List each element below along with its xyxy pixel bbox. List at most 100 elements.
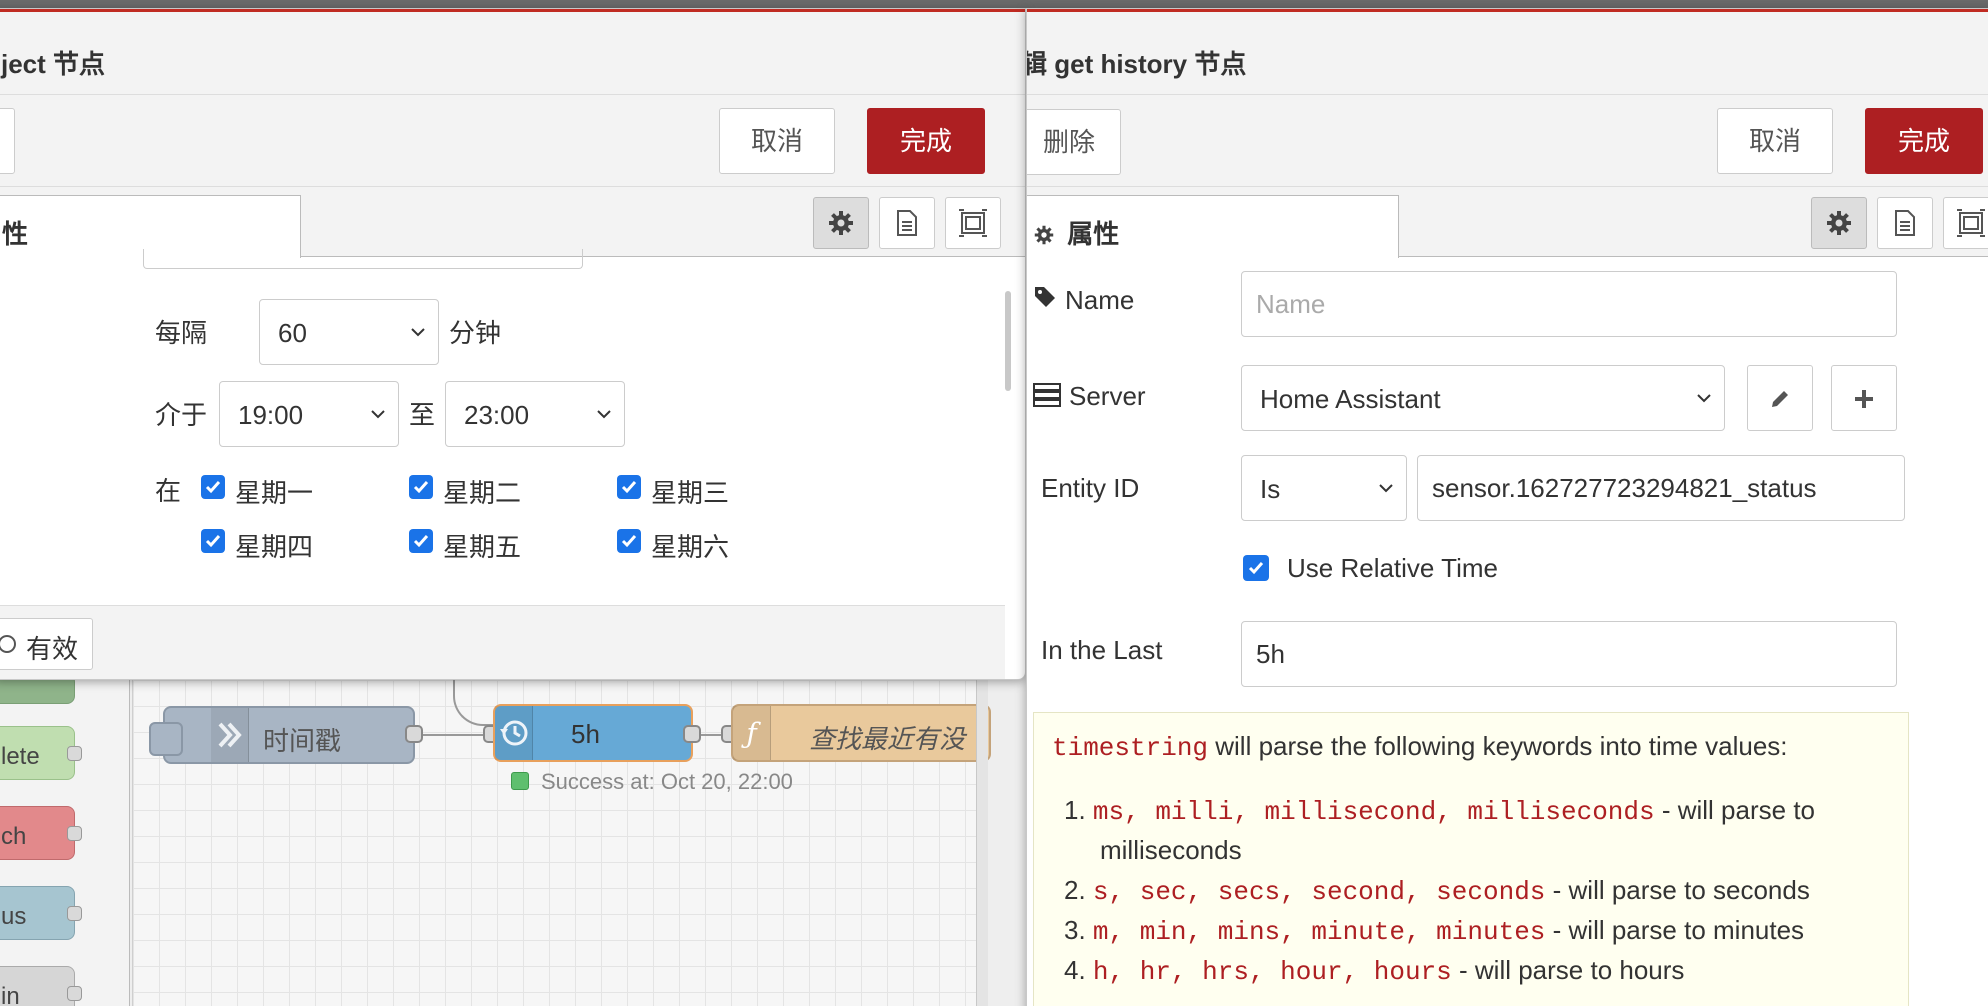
palette-node-label: us	[1, 903, 27, 930]
chevron-down-icon	[371, 410, 385, 419]
day-checkbox-thu[interactable]	[201, 529, 225, 553]
every-label: 每隔	[155, 318, 208, 348]
help-list-item: 3. m, min, mins, minute, minutes - will …	[1064, 915, 1804, 947]
left-edge-button[interactable]	[0, 108, 15, 174]
entity-id-input[interactable]: sensor.162727723294821_status	[1417, 455, 1905, 521]
palette-node-switch[interactable]: ch	[0, 806, 82, 860]
help-list-item: 4. h, hr, hrs, hour, hours - will parse …	[1064, 955, 1684, 987]
function-node-label: 查找最近有没	[809, 724, 966, 754]
end-time-select[interactable]: 23:00	[445, 381, 625, 447]
help-intro: timestring will parse the following keyw…	[1052, 731, 1788, 763]
tab-properties[interactable]: 属性	[1027, 195, 1399, 258]
day-label: 星期三	[651, 478, 730, 508]
description-icon[interactable]	[879, 197, 935, 249]
use-relative-time-checkbox[interactable]	[1243, 555, 1269, 581]
get-history-node[interactable]: 5h	[493, 704, 693, 762]
help-item-code: h, hr, hrs, hour, hours	[1092, 957, 1452, 987]
entity-operator-select[interactable]: Is	[1241, 455, 1407, 521]
edit-server-button[interactable]	[1747, 365, 1813, 431]
appearance-icon[interactable]	[1943, 197, 1988, 249]
output-port[interactable]	[67, 826, 82, 841]
wire[interactable]	[423, 734, 489, 736]
day-checkbox-wed[interactable]	[617, 475, 641, 499]
delete-button[interactable]: 删除	[1027, 109, 1121, 175]
add-server-button[interactable]	[1831, 365, 1897, 431]
flow-canvas[interactable]: 时间戳 5h Success at: Oct 20, 22:00 ƒ 查找最近有…	[132, 680, 991, 1006]
output-port[interactable]	[67, 906, 82, 921]
payload-input[interactable]	[143, 249, 583, 269]
day-label: 星期五	[443, 532, 522, 562]
tab-label: 性	[2, 219, 29, 249]
arrow-right-icon	[211, 708, 249, 762]
enabled-toggle-label: 有效	[26, 634, 79, 664]
end-time-value: 23:00	[464, 400, 530, 430]
in-the-last-label: In the Last	[1041, 635, 1163, 665]
help-item-text: - will parse to	[1654, 795, 1816, 825]
done-button[interactable]: 完成	[1865, 108, 1983, 174]
cancel-button[interactable]: 取消	[719, 108, 835, 174]
canvas-scrollbar[interactable]	[976, 680, 988, 1006]
palette-node-delete[interactable]: lete	[0, 726, 82, 780]
server-icon	[1033, 383, 1061, 407]
dialog-tab-row: 性	[0, 187, 1025, 258]
help-item-text: milliseconds	[1100, 835, 1242, 865]
enabled-toggle[interactable]: 有效	[0, 618, 93, 670]
gear-icon[interactable]	[1811, 197, 1867, 249]
day-label: 星期一	[235, 478, 314, 508]
inject-output-port[interactable]	[405, 725, 423, 743]
palette-node-status[interactable]: us	[0, 886, 82, 940]
help-item-code: ms, milli, millisecond, milliseconds	[1092, 797, 1655, 827]
help-item-text: - will parse to seconds	[1545, 875, 1810, 905]
gear-icon[interactable]	[813, 197, 869, 249]
status-indicator-icon	[511, 772, 529, 790]
help-intro-text: will parse the following keywords into t…	[1208, 731, 1788, 761]
output-port[interactable]	[67, 746, 82, 761]
appearance-icon[interactable]	[945, 197, 1001, 249]
start-time-select[interactable]: 19:00	[219, 381, 399, 447]
dialog-title-text: ject 节点	[1, 49, 106, 79]
interval-select[interactable]: 60	[259, 299, 439, 365]
help-list-item: 1. ms, milli, millisecond, milliseconds …	[1064, 795, 1815, 827]
day-checkbox-sat[interactable]	[617, 529, 641, 553]
description-icon[interactable]	[1877, 197, 1933, 249]
palette-node-join[interactable]: in	[0, 966, 82, 1006]
help-item-number: 2.	[1064, 875, 1086, 905]
tab-label: 属性	[1067, 219, 1120, 249]
help-item-code: m, min, mins, minute, minutes	[1092, 917, 1546, 947]
dialog-button-bar: 删除 取消 完成	[1027, 95, 1988, 187]
to-label: 至	[409, 400, 436, 430]
day-label: 星期二	[443, 478, 522, 508]
palette-node-label: ch	[1, 823, 27, 850]
tag-icon	[1035, 287, 1055, 307]
history-output-port[interactable]	[683, 725, 701, 743]
dialog-scrollbar[interactable]	[1005, 291, 1011, 391]
name-label: Name	[1065, 285, 1135, 315]
pencil-icon	[1772, 391, 1788, 407]
chevron-down-icon	[1697, 394, 1711, 403]
server-value: Home Assistant	[1260, 384, 1441, 414]
help-item-number: 3.	[1064, 915, 1086, 945]
inject-trigger-button[interactable]	[149, 722, 183, 756]
server-select[interactable]: Home Assistant	[1241, 365, 1725, 431]
chevron-down-icon	[597, 410, 611, 419]
day-checkbox-fri[interactable]	[409, 529, 433, 553]
interval-unit-label: 分钟	[449, 318, 502, 348]
toggle-circle-icon	[0, 635, 16, 653]
day-checkbox-mon[interactable]	[201, 475, 225, 499]
inject-edit-dialog: ject 节点 取消 完成 性 每隔 60 分钟 介于 19:00 至 23:0…	[0, 8, 1026, 680]
day-label: 星期四	[235, 532, 314, 562]
done-button[interactable]: 完成	[867, 108, 985, 174]
help-list-item-continuation: milliseconds	[1100, 835, 1242, 866]
help-item-text: - will parse to minutes	[1545, 915, 1805, 945]
help-item-text: - will parse to hours	[1451, 955, 1685, 985]
function-node[interactable]: ƒ 查找最近有没	[731, 704, 991, 762]
name-input[interactable]: Name	[1241, 271, 1897, 337]
day-checkbox-tue[interactable]	[409, 475, 433, 499]
output-port[interactable]	[67, 986, 82, 1001]
help-item-code: s, sec, secs, second, seconds	[1092, 877, 1546, 907]
entity-operator-value: Is	[1260, 474, 1281, 504]
inject-node[interactable]: 时间戳	[149, 706, 415, 764]
cancel-button[interactable]: 取消	[1717, 108, 1833, 174]
interval-value: 60	[278, 318, 307, 348]
in-the-last-input[interactable]: 5h	[1241, 621, 1897, 687]
